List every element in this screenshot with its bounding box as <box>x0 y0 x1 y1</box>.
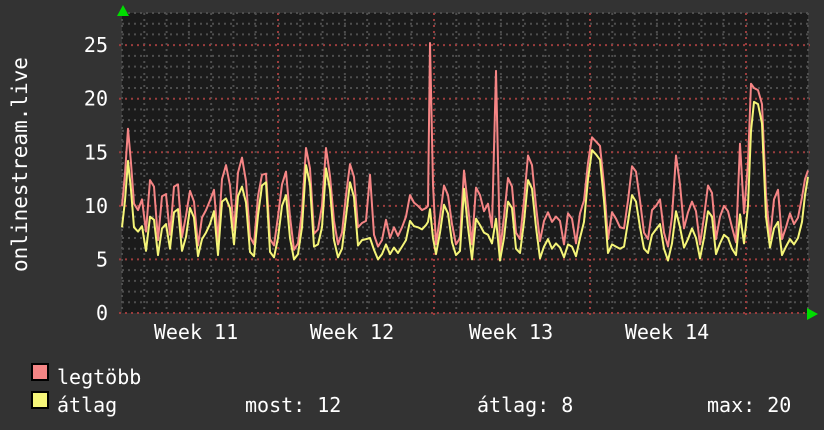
stat-most: most: 12 <box>245 393 342 417</box>
legend-label-legtobb: legtöbb <box>57 365 142 389</box>
svg-text:25: 25 <box>84 33 108 57</box>
svg-text:5: 5 <box>96 247 108 271</box>
legend-label-atlag: átlag <box>57 393 118 417</box>
svg-text:Week 12: Week 12 <box>310 320 394 344</box>
chart-svg: 0 5 10 15 20 25 Week 11 Week 12 Week 13 Week 14 <box>84 5 818 344</box>
svg-text:20: 20 <box>84 87 108 111</box>
legend-swatch-atlag <box>31 391 49 409</box>
svg-text:0: 0 <box>96 301 108 325</box>
svg-text:Week 14: Week 14 <box>625 320 709 344</box>
svg-text:15: 15 <box>84 140 108 164</box>
graph-panel: onlinestream.live 0 5 10 15 20 25 Week 11 Week … <box>0 0 824 430</box>
stat-atlag: átlag: 8 <box>477 393 574 417</box>
svg-text:Week 11: Week 11 <box>154 320 238 344</box>
svg-text:Week 13: Week 13 <box>469 320 553 344</box>
stat-max: max: 20 <box>707 393 792 417</box>
legend-swatch-legtobb <box>31 363 49 381</box>
svg-text:10: 10 <box>84 194 108 218</box>
